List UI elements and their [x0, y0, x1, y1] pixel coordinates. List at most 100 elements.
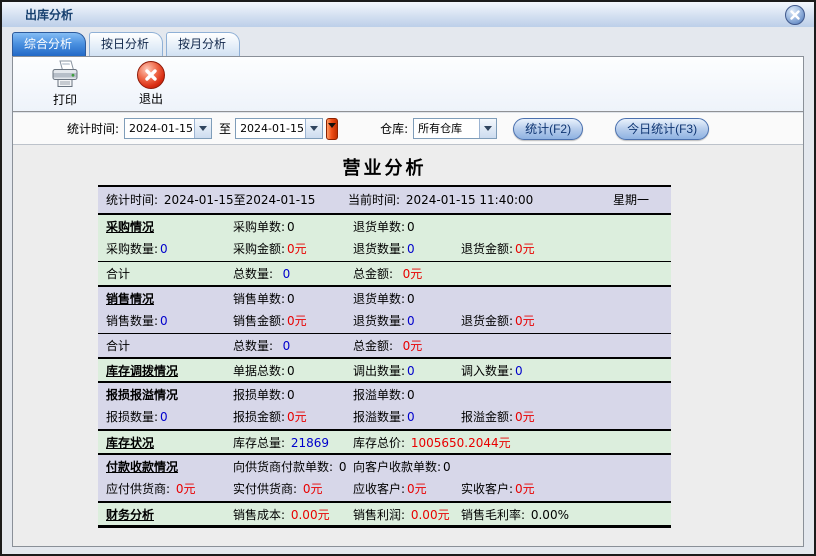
report-cell-value: 0元 [172, 482, 195, 496]
report-cell-label: 当前时间: [348, 193, 400, 207]
report-row: 合计总数量: 0总金额: 0元 [98, 333, 671, 357]
report-cell-value: 0 [407, 314, 415, 328]
report-cell-label: 销售毛利率: [461, 508, 525, 522]
report-cell-value: 0 [407, 388, 415, 402]
report-row: 付款收款情况向供货商付款单数: 0向客户收款单数:0 [98, 453, 671, 477]
to-label: 至 [219, 120, 231, 137]
report-cell: 单据总数:0 [233, 359, 295, 383]
report-cell-label: 应付供货商: [106, 482, 170, 496]
report-cell: 总金额: 0元 [353, 334, 422, 358]
date-from-picker[interactable]: 2024-01-15 [124, 118, 212, 139]
date-range-quick-button[interactable] [326, 118, 338, 140]
report-cell-value: 0元 [287, 242, 307, 256]
report-cell-value: 0元 [515, 410, 535, 424]
report-cell-label: 销售金额: [233, 314, 285, 328]
report-cell-value: 0 [335, 460, 346, 474]
report-cell-label: 应收客户: [353, 482, 405, 496]
report-cell-label: 采购情况 [106, 220, 154, 234]
report-cell: 采购数量:0 [106, 237, 168, 261]
report-cell-value: 0元 [287, 314, 307, 328]
report-row: 库存调拨情况单据总数:0调出数量:0调入数量:0 [98, 357, 671, 381]
tab-monthly-analysis[interactable]: 按月分析 [166, 32, 240, 57]
warehouse-select[interactable]: 所有仓库 [413, 118, 497, 139]
report-cell-label: 销售数量: [106, 314, 158, 328]
report-cell-label: 退货数量: [353, 314, 405, 328]
print-button[interactable]: 打印 [39, 60, 91, 108]
stat-time-label: 统计时间: [67, 120, 119, 137]
report-cell-label: 报损报溢情况 [106, 388, 178, 402]
chevron-down-icon [310, 126, 318, 131]
report-cell: 财务分析 [106, 503, 154, 527]
report-cell: 退货数量:0 [353, 309, 415, 333]
close-button[interactable] [785, 5, 805, 25]
report-cell-label: 退货单数: [353, 292, 405, 306]
report-cell: 报溢单数:0 [353, 383, 415, 407]
report-cell: 实收客户:0元 [461, 477, 535, 501]
report-cell-label: 向客户收款单数: [353, 460, 441, 474]
report-cell: 应付供货商: 0元 [106, 477, 196, 501]
report-cell-label: 单据总数: [233, 364, 285, 378]
chevron-down-icon [199, 126, 207, 131]
report-cell-value: 0元 [287, 410, 307, 424]
report-cell: 库存状况 [106, 431, 154, 455]
title-bar: 出库分析 [2, 2, 814, 27]
filter-bar: 统计时间: 2024-01-15 至 2024-01-15 仓库: 所有仓库 统… [13, 113, 803, 145]
stat-f2-button[interactable]: 统计(F2) [513, 118, 583, 140]
report-cell: 合计 [106, 262, 130, 286]
report-cell: 销售情况 [106, 287, 154, 311]
report-cell: 调入数量:0 [461, 359, 523, 383]
app-window: 出库分析 综合分析 按日分析 按月分析 [0, 0, 816, 556]
report-cell-label: 实付供货商: [233, 482, 297, 496]
report-row: 库存状况库存总量: 21869库存总价: 1005650.2044元 [98, 429, 671, 453]
warehouse-label: 仓库: [380, 120, 408, 137]
report-cell: 实付供货商: 0元 [233, 477, 323, 501]
report-cell: 退货金额:0元 [461, 309, 535, 333]
report-cell: 销售单数:0 [233, 287, 295, 311]
window-title: 出库分析 [25, 6, 73, 23]
report-cell: 调出数量:0 [353, 359, 415, 383]
report-cell-label: 库存状况 [106, 436, 154, 450]
report-cell-value: 0 [160, 242, 168, 256]
report-cell: 星期一 [613, 187, 649, 213]
report-cell-value: 0 [407, 220, 415, 234]
report-cell-value: 0 [287, 292, 295, 306]
report-cell-label: 总金额: [353, 339, 393, 353]
report-cell: 合计 [106, 334, 130, 358]
report-cell-value: 0元 [407, 482, 427, 496]
tab-strip: 综合分析 按日分析 按月分析 [12, 31, 804, 57]
report-cell-label: 销售成本: [233, 508, 285, 522]
calendar-dropdown-icon [328, 123, 336, 128]
business-analysis-table: 统计时间: 2024-01-15至2024-01-15当前时间: 2024-01… [98, 185, 671, 528]
tab-daily-analysis[interactable]: 按日分析 [89, 32, 163, 57]
report-cell-label: 退货单数: [353, 220, 405, 234]
report-cell-label: 销售单数: [233, 292, 285, 306]
tab-comprehensive-analysis[interactable]: 综合分析 [12, 32, 86, 57]
report-cell: 当前时间: 2024-01-15 11:40:00 [348, 187, 533, 213]
report-cell-label: 销售利润: [353, 508, 405, 522]
date-from-dropdown-button[interactable] [194, 119, 211, 138]
report-content-area: 营业分析 统计时间: 2024-01-15至2024-01-15当前时间: 20… [13, 145, 803, 546]
exit-button[interactable]: 退出 [125, 61, 177, 107]
date-to-dropdown-button[interactable] [305, 119, 322, 138]
date-to-picker[interactable]: 2024-01-15 [235, 118, 323, 139]
report-cell: 报溢数量:0 [353, 405, 415, 429]
report-row: 采购数量:0采购金额:0元退货数量:0退货金额:0元 [98, 237, 671, 261]
toolbar: 打印 退出 [13, 57, 803, 113]
report-cell-value: 0 [515, 364, 523, 378]
report-cell-label: 退货数量: [353, 242, 405, 256]
report-cell-label: 财务分析 [106, 508, 154, 522]
report-cell-label: 调出数量: [353, 364, 405, 378]
warehouse-dropdown-button[interactable] [479, 119, 496, 138]
report-cell-value: 0 [407, 292, 415, 306]
report-row: 报损报溢情况报损单数:0报溢单数:0 [98, 381, 671, 405]
report-cell: 库存总价: 1005650.2044元 [353, 431, 511, 455]
today-stat-f3-button[interactable]: 今日统计(F3) [615, 118, 709, 140]
report-cell: 向供货商付款单数: 0 [233, 455, 347, 479]
report-row: 应付供货商: 0元实付供货商: 0元应收客户:0元实收客户:0元 [98, 477, 671, 501]
report-cell: 总数量: 0 [233, 262, 290, 286]
report-cell-label: 库存总量: [233, 436, 285, 450]
report-cell-label: 库存调拨情况 [106, 364, 178, 378]
report-row: 统计时间: 2024-01-15至2024-01-15当前时间: 2024-01… [98, 187, 671, 213]
report-cell-value: 0元 [515, 242, 535, 256]
report-row: 销售情况销售单数:0退货单数:0 [98, 285, 671, 309]
